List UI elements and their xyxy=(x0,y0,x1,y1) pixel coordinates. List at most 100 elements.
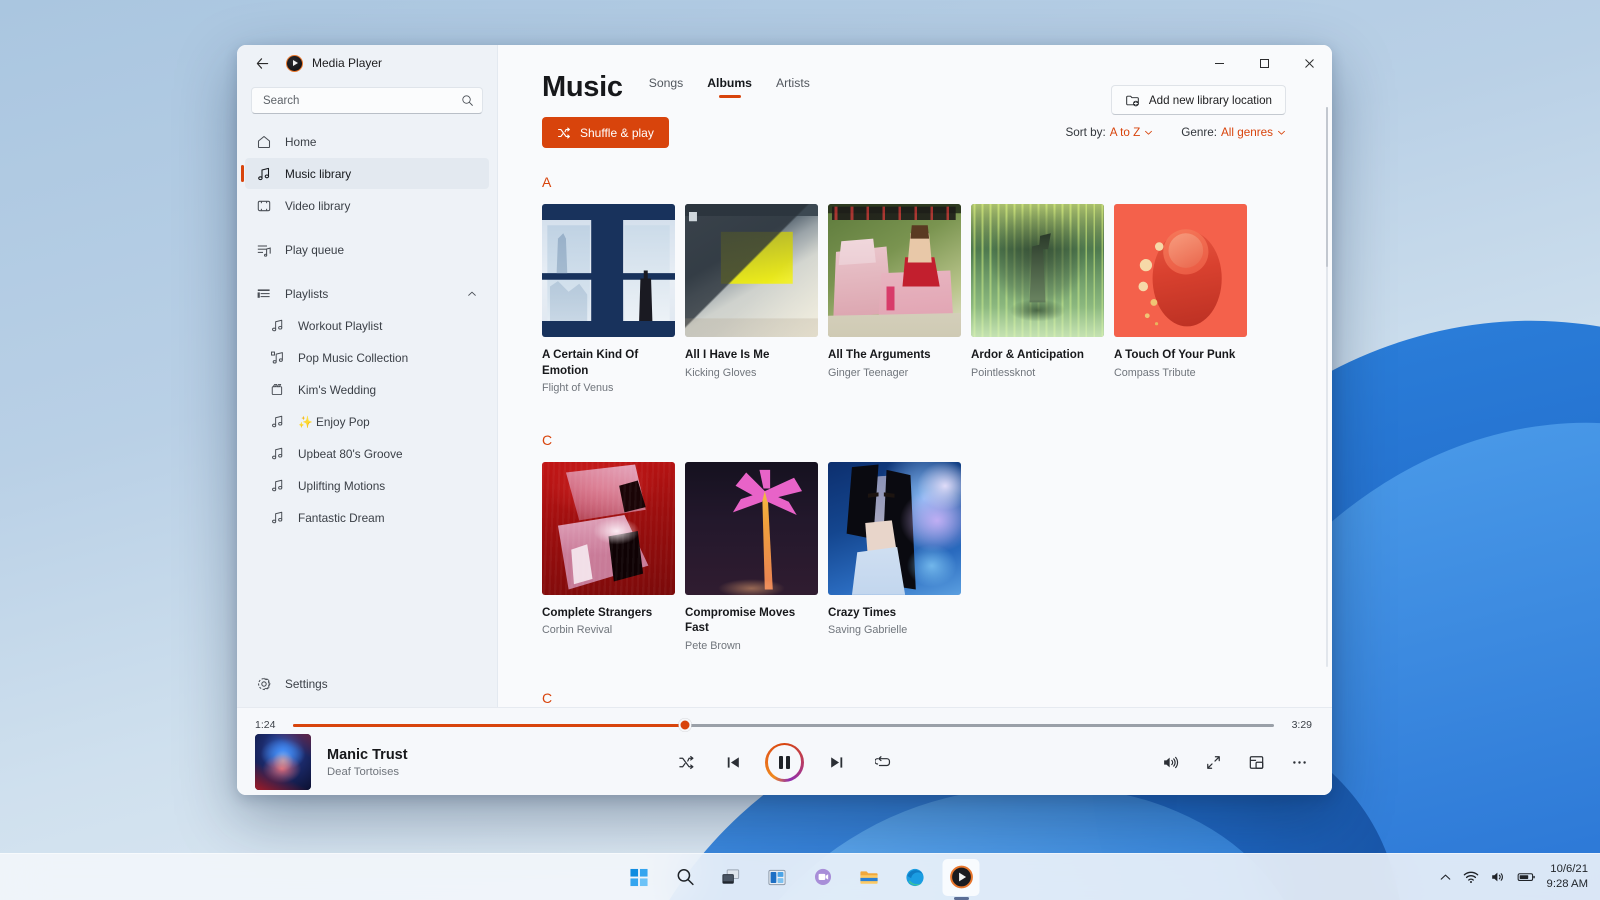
repeat-button[interactable] xyxy=(868,747,898,777)
maximize-button[interactable] xyxy=(1242,45,1287,81)
now-playing-artist: Deaf Tortoises xyxy=(327,765,400,778)
battery-icon[interactable] xyxy=(1517,869,1536,885)
volume-icon[interactable] xyxy=(1490,869,1506,885)
album-group: C xyxy=(542,690,1286,707)
add-library-location-button[interactable]: Add new library location xyxy=(1110,85,1286,115)
content-scrollbar[interactable] xyxy=(1325,107,1328,667)
genre-dropdown[interactable]: Genre: All genres xyxy=(1181,126,1286,139)
widgets-icon xyxy=(768,869,786,885)
album-card[interactable]: Crazy Times Saving Gabrielle xyxy=(828,461,961,654)
album-title: Ardor & Anticipation xyxy=(971,348,1084,361)
album-card[interactable]: All I Have Is Me Kicking Gloves xyxy=(685,204,818,396)
now-playing-album-art xyxy=(255,734,311,790)
miniplayer-button[interactable] xyxy=(1241,747,1271,777)
search-input[interactable] xyxy=(263,94,461,107)
search-button[interactable] xyxy=(667,859,704,896)
album-title: All The Arguments xyxy=(828,348,931,361)
folder-icon xyxy=(860,870,878,884)
sort-by-value: A to Z xyxy=(1109,126,1141,139)
album-artist: Corbin Revival xyxy=(542,624,613,637)
media-player-button[interactable] xyxy=(942,858,980,896)
sidebar-item-video-library[interactable]: Video library xyxy=(245,190,489,221)
sidebar-item-music-library[interactable]: Music library xyxy=(241,158,489,189)
play-pause-button[interactable] xyxy=(765,742,804,782)
player-secondary-controls xyxy=(984,747,1314,777)
edge-button[interactable] xyxy=(897,859,934,896)
task-view-button[interactable] xyxy=(713,859,750,896)
title-bar: Media Player xyxy=(237,45,497,81)
sidebar-item-label: Settings xyxy=(285,676,328,691)
back-arrow-icon xyxy=(256,57,268,69)
shuffle-and-play-button[interactable]: Shuffle & play xyxy=(542,117,669,148)
sidebar-playlist-item[interactable]: Fantastic Dream xyxy=(259,502,489,533)
start-button[interactable] xyxy=(621,859,658,896)
volume-button[interactable] xyxy=(1155,747,1185,777)
album-card[interactable]: All The Arguments Ginger Teenager xyxy=(828,204,961,396)
seek-slider[interactable] xyxy=(293,718,1274,732)
album-art xyxy=(542,204,675,337)
album-title: Complete Strangers xyxy=(542,605,653,619)
shuffle-icon xyxy=(558,127,570,138)
next-track-button[interactable] xyxy=(821,747,851,777)
clock-time: 9:28 AM xyxy=(1546,878,1588,890)
chat-button[interactable] xyxy=(805,859,842,896)
taskbar-items xyxy=(621,858,980,896)
album-card[interactable]: A Certain Kind Of Emotion Flight of Venus xyxy=(542,204,675,396)
now-playing-track: Manic Trust xyxy=(327,746,408,763)
fullscreen-button[interactable] xyxy=(1198,747,1228,777)
album-artist: Ginger Teenager xyxy=(828,366,909,379)
sidebar-playlist-label: Pop Music Collection xyxy=(298,350,409,365)
sidebar-item-play-queue[interactable]: Play queue xyxy=(245,234,489,265)
sidebar-item-label: Music library xyxy=(285,166,352,181)
search-box[interactable] xyxy=(251,87,483,114)
sidebar-playlist-item[interactable]: Kim's Wedding xyxy=(259,374,489,405)
content-scroll-region: Music Songs Albums Artists Add new libra… xyxy=(498,45,1332,707)
minimize-button[interactable] xyxy=(1197,45,1242,81)
album-card[interactable]: Ardor & Anticipation Pointlessknot xyxy=(971,204,1104,396)
total-time: 3:29 xyxy=(1291,719,1312,731)
sidebar-item-playlists[interactable]: Playlists xyxy=(245,278,489,309)
shuffle-button[interactable] xyxy=(671,747,701,777)
tab-albums[interactable]: Albums xyxy=(707,76,752,98)
previous-track-button[interactable] xyxy=(718,747,748,777)
sidebar-playlist-item[interactable]: Upbeat 80's Groove xyxy=(259,438,489,469)
album-group-letter: C xyxy=(542,431,553,448)
home-icon xyxy=(257,135,271,148)
album-card[interactable]: A Touch Of Your Punk Compass Tribute xyxy=(1114,204,1247,396)
music-note-icon xyxy=(258,167,270,180)
clock[interactable]: 10/6/21 9:28 AM xyxy=(1547,862,1588,893)
file-explorer-button[interactable] xyxy=(851,859,888,896)
now-playing[interactable]: Manic Trust Deaf Tortoises xyxy=(255,734,585,790)
search-container xyxy=(237,81,497,114)
sidebar-item-label: Play queue xyxy=(285,242,345,257)
playlists-icon xyxy=(257,288,270,298)
app-title: Media Player xyxy=(312,56,383,70)
shuffle-and-play-label: Shuffle & play xyxy=(580,125,654,140)
chevron-up-icon[interactable] xyxy=(467,289,477,299)
sidebar-playlist-item[interactable]: Workout Playlist xyxy=(259,310,489,341)
sidebar-item-home[interactable]: Home xyxy=(245,126,489,157)
add-folder-icon xyxy=(1126,95,1139,106)
sidebar-playlist-item[interactable]: Uplifting Motions xyxy=(259,470,489,501)
album-grid: Complete Strangers Corbin Revival Compromi… xyxy=(542,461,1286,654)
wifi-icon[interactable] xyxy=(1463,869,1479,885)
sidebar-item-settings[interactable]: Settings xyxy=(245,668,489,699)
album-art xyxy=(971,204,1104,337)
close-button[interactable] xyxy=(1287,45,1332,81)
scrollbar-thumb[interactable] xyxy=(1325,107,1328,267)
tab-songs[interactable]: Songs xyxy=(649,76,684,98)
sort-by-dropdown[interactable]: Sort by: A to Z xyxy=(1065,126,1153,139)
tab-artists[interactable]: Artists xyxy=(776,76,810,98)
album-groups: A A Certain Kind Of Emotion Flight of Venu… xyxy=(498,148,1332,707)
sidebar-playlist-item[interactable]: Pop Music Collection xyxy=(259,342,489,373)
sidebar-item-label: Video library xyxy=(285,198,351,213)
album-card[interactable]: Compromise Moves Fast Pete Brown xyxy=(685,461,818,654)
more-options-button[interactable] xyxy=(1284,747,1314,777)
add-library-location-label: Add new library location xyxy=(1148,93,1272,107)
album-card[interactable]: Complete Strangers Corbin Revival xyxy=(542,461,675,654)
show-hidden-icons-icon[interactable] xyxy=(1439,871,1452,884)
widgets-button[interactable] xyxy=(759,859,796,896)
back-button[interactable] xyxy=(247,49,277,77)
sidebar-playlist-item[interactable]: ✨ Enjoy Pop xyxy=(259,406,489,437)
seek-thumb[interactable] xyxy=(678,718,692,732)
